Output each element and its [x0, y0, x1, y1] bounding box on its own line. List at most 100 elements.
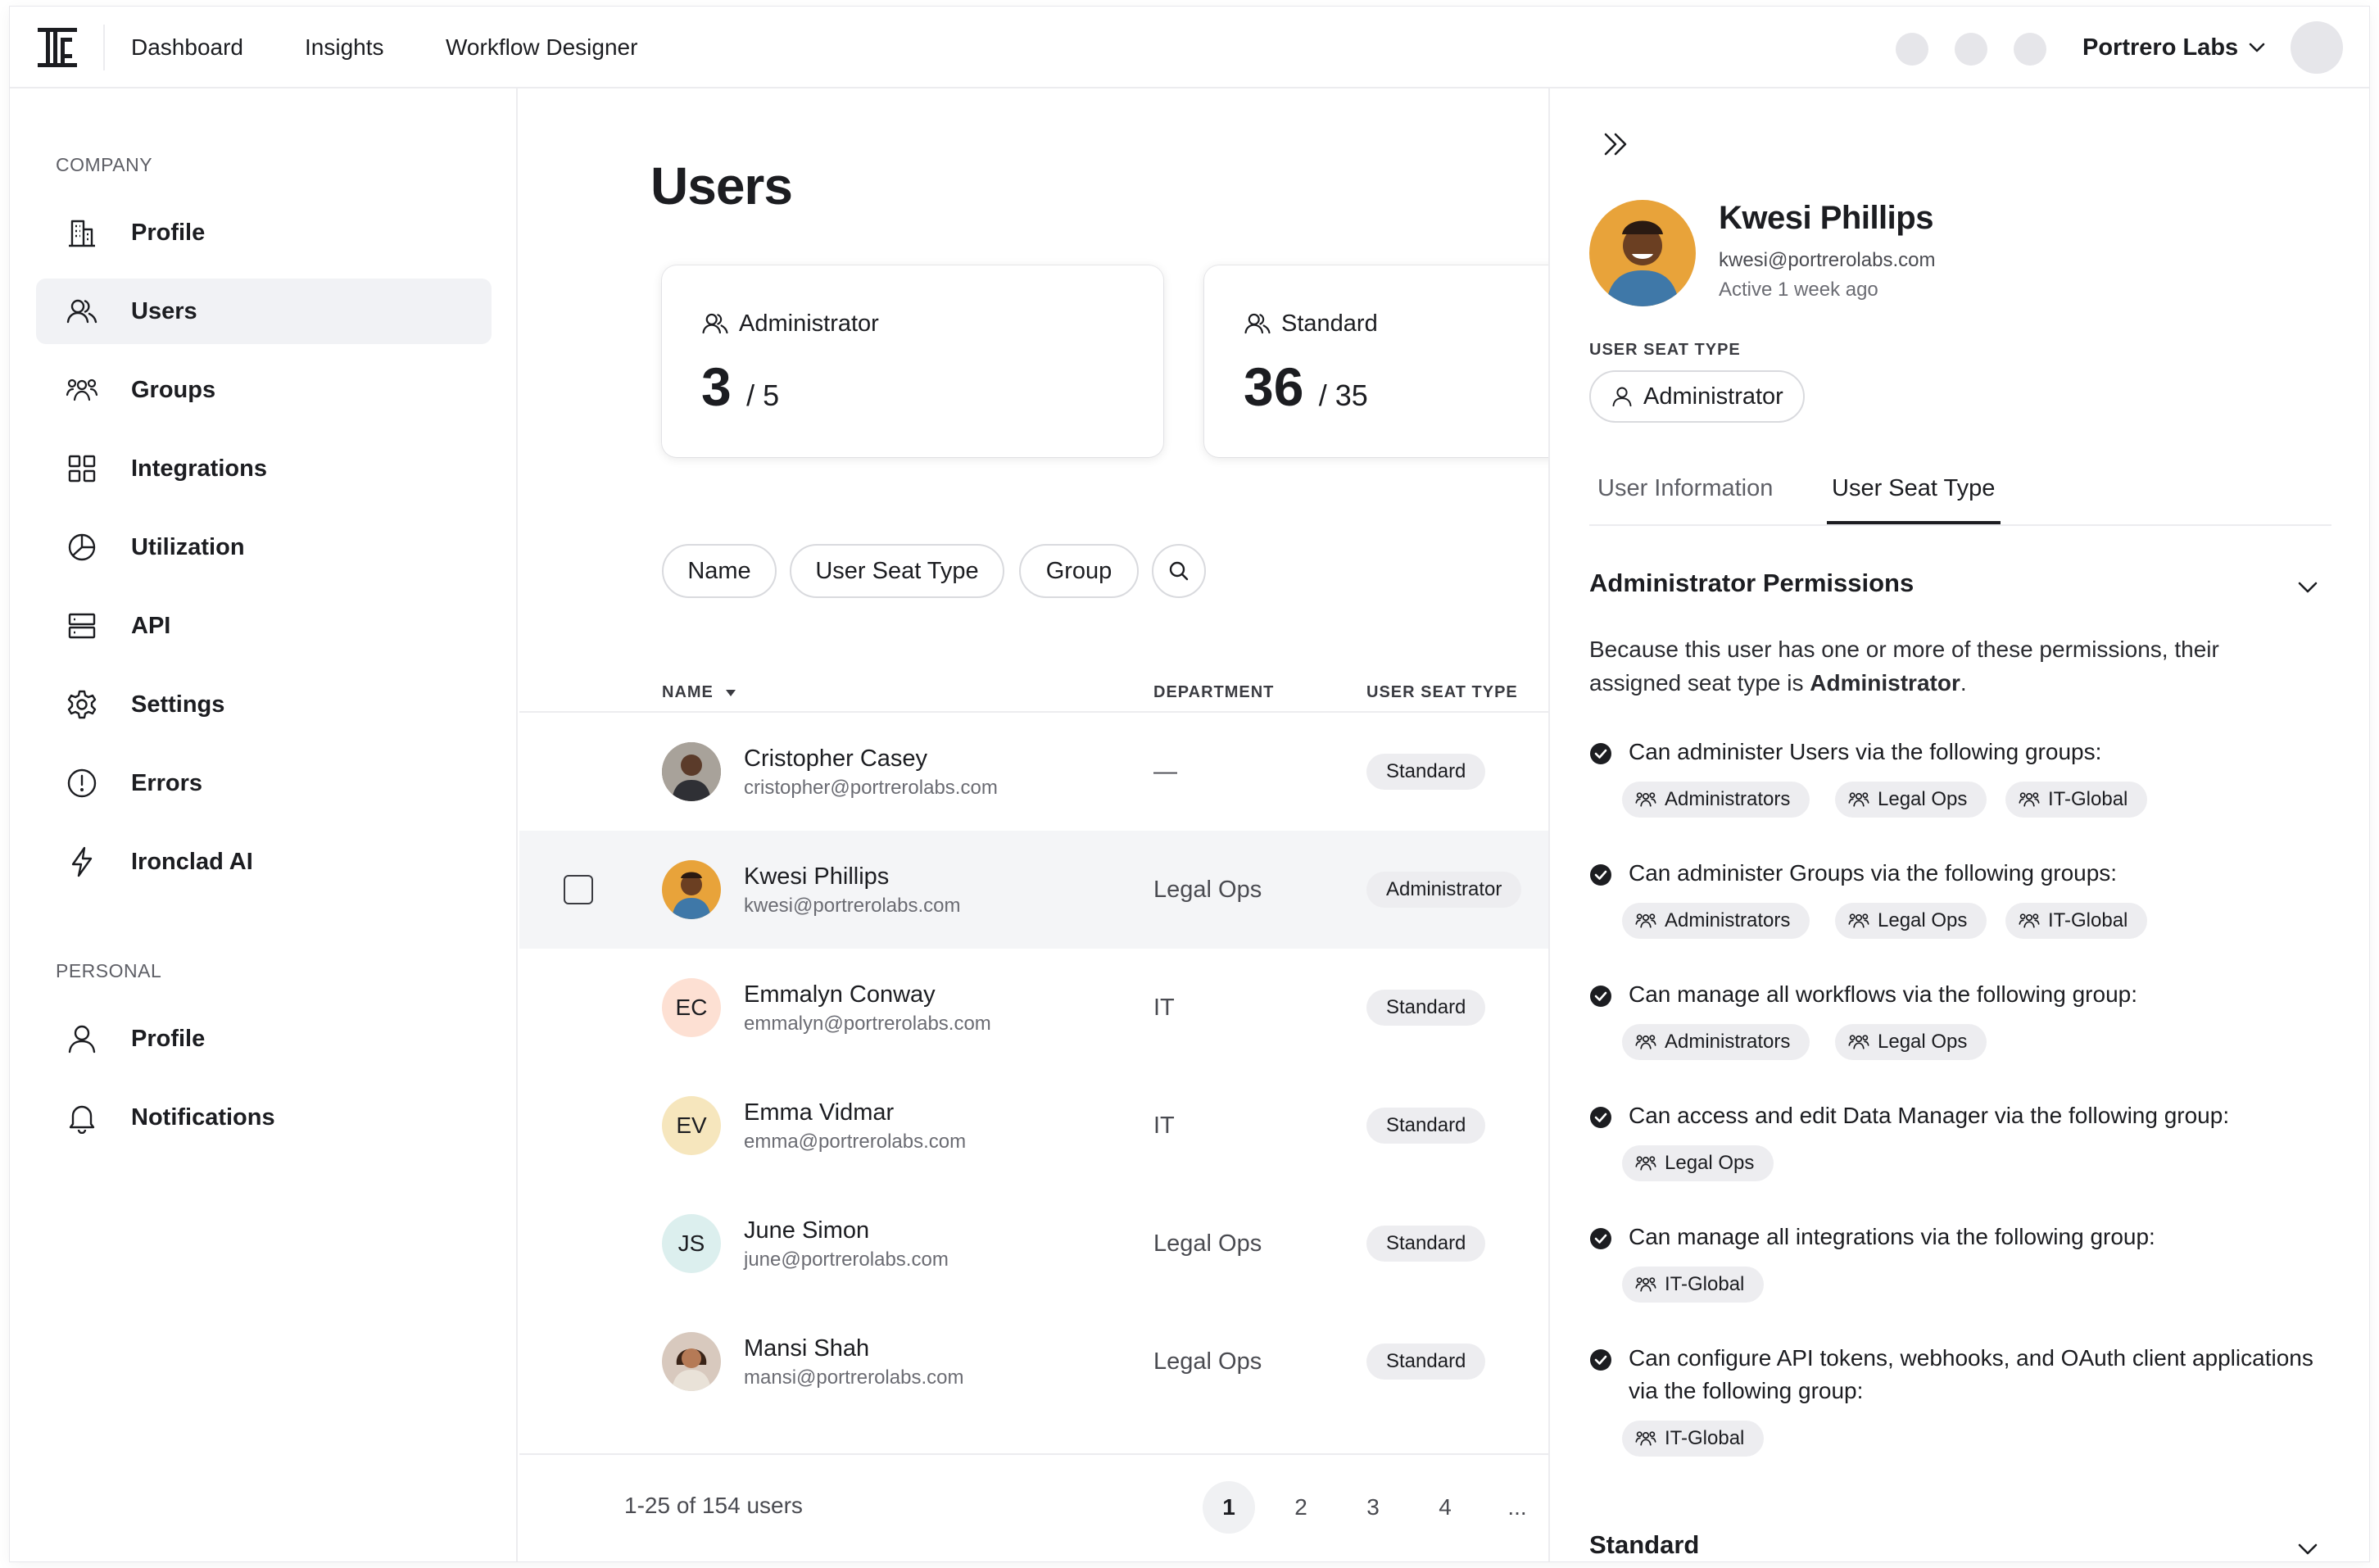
org-switcher[interactable]: Portrero Labs [2082, 7, 2268, 88]
pagination-divider [519, 1453, 1558, 1455]
group-tag-label: IT-Global [2048, 788, 2128, 810]
group-tag[interactable]: IT-Global [1622, 1421, 1765, 1457]
stat-total: / 5 [746, 378, 780, 412]
sidebar-item-personal-profile[interactable]: Profile [36, 1006, 492, 1072]
permission-text: Can administer Groups via the following … [1629, 860, 2118, 886]
sidebar-item-groups[interactable]: Groups [36, 357, 492, 423]
user-name: Kwesi Phillips [744, 863, 890, 890]
lightning-icon [71, 846, 93, 877]
sidebar-item-errors[interactable]: Errors [36, 750, 492, 816]
group-tag[interactable]: Legal Ops [1835, 1024, 1987, 1060]
stat-value: 36 / 35 [1244, 356, 1368, 418]
table-row[interactable]: Kwesi Phillips kwesi@portrerolabs.com Le… [519, 831, 1558, 949]
group-tag[interactable]: Administrators [1622, 903, 1810, 939]
tab-user-seat-type[interactable]: User Seat Type [1832, 475, 1995, 502]
filter-group-button[interactable]: Group [1019, 544, 1139, 598]
column-header-seat-type[interactable]: USER SEAT TYPE [1366, 683, 1518, 702]
group-tag-label: Administrators [1665, 909, 1791, 931]
group-tag[interactable]: IT-Global [1622, 1267, 1765, 1303]
sidebar-item-utilization[interactable]: Utilization [36, 514, 492, 580]
group-tag[interactable]: Administrators [1622, 1024, 1810, 1060]
check-circle-icon [1590, 986, 1611, 1007]
chevron-down-icon[interactable] [2295, 1537, 2320, 1561]
column-header-department[interactable]: DEPARTMENT [1153, 683, 1274, 702]
page-button-1[interactable]: 1 [1203, 1481, 1255, 1534]
page-button-2[interactable]: 2 [1275, 1481, 1327, 1534]
person-photo-icon [1589, 200, 1696, 306]
collapse-panel-icon[interactable] [1599, 128, 1632, 161]
user-department: IT [1153, 995, 1175, 1021]
groups-icon [1635, 1035, 1656, 1049]
nav-insights[interactable]: Insights [305, 7, 384, 88]
group-tag[interactable]: Administrators [1622, 782, 1810, 818]
table-row[interactable]: JS June Simon june@portrerolabs.com Lega… [519, 1185, 1558, 1303]
avatar: EV [662, 1096, 721, 1155]
filter-name-button[interactable]: Name [662, 544, 777, 598]
seat-type-badge: Standard [1366, 1344, 1486, 1380]
profile-avatar [1589, 200, 1696, 306]
nav-workflow-designer[interactable]: Workflow Designer [446, 7, 637, 88]
groups-icon [1635, 1156, 1656, 1171]
tab-user-information[interactable]: User Information [1597, 475, 1773, 502]
stat-total: / 35 [1318, 378, 1368, 412]
group-tag-label: Administrators [1665, 1031, 1791, 1053]
topbar-action-2[interactable] [1955, 33, 1987, 66]
permission-text: Can manage all workflows via the followi… [1629, 981, 2137, 1007]
check-circle-icon [1590, 1107, 1611, 1128]
pagination-summary: 1-25 of 154 users [624, 1493, 803, 1518]
bell-icon [69, 1105, 95, 1134]
group-tag[interactable]: IT-Global [2005, 903, 2148, 939]
sidebar-item-api[interactable]: API [36, 593, 492, 659]
avatar: EC [662, 978, 721, 1037]
sidebar-item-settings[interactable]: Settings [36, 672, 492, 737]
topbar-action-1[interactable] [1896, 33, 1928, 66]
sidebar-item-ironclad-ai[interactable]: Ironclad AI [36, 829, 492, 895]
seat-type-value: Administrator [1643, 383, 1783, 410]
topbar-action-3[interactable] [2014, 33, 2046, 66]
page-title: Users [650, 156, 793, 215]
person-photo-icon [662, 1332, 721, 1391]
page-button-4[interactable]: 4 [1419, 1481, 1471, 1534]
table-row[interactable]: EV Emma Vidmar emma@portrerolabs.com IT … [519, 1067, 1558, 1185]
group-tag[interactable]: Legal Ops [1835, 782, 1987, 818]
table-row[interactable]: Mansi Shah mansi@portrerolabs.com Legal … [519, 1303, 1558, 1421]
groups-icon [1635, 1431, 1656, 1446]
sidebar-item-users[interactable]: Users [36, 279, 492, 344]
seat-type-pill[interactable]: Administrator [1589, 370, 1805, 423]
filter-seat-type-button[interactable]: User Seat Type [790, 544, 1004, 598]
user-avatar[interactable] [2291, 21, 2343, 74]
check-circle-icon [1590, 864, 1611, 886]
seat-type-badge: Administrator [1366, 872, 1522, 908]
permission-text: Can manage all integrations via the foll… [1629, 1224, 2155, 1249]
logo-divider [103, 25, 105, 70]
table-row[interactable]: Cristopher Casey cristopher@portrerolabs… [519, 713, 1558, 831]
group-tag[interactable]: Legal Ops [1622, 1145, 1774, 1181]
user-name: Emma Vidmar [744, 1099, 895, 1126]
sidebar-item-label: Groups [131, 376, 216, 403]
group-tag[interactable]: IT-Global [2005, 782, 2148, 818]
person-photo-icon [662, 742, 721, 801]
profile-email: kwesi@portrerolabs.com [1719, 249, 1936, 271]
profile-name: Kwesi Phillips [1719, 200, 1933, 236]
page-button-3[interactable]: 3 [1347, 1481, 1399, 1534]
nav-dashboard[interactable]: Dashboard [131, 7, 243, 88]
column-header-name[interactable]: NAME [662, 683, 736, 702]
sidebar-item-notifications[interactable]: Notifications [36, 1085, 492, 1150]
search-button[interactable] [1152, 544, 1206, 598]
stat-card-standard: Standard 36 / 35 [1204, 265, 1558, 457]
sidebar-item-company-profile[interactable]: Profile [36, 200, 492, 265]
sort-down-icon [725, 689, 736, 696]
table-row[interactable]: EC Emmalyn Conway emmalyn@portrerolabs.c… [519, 949, 1558, 1067]
row-checkbox[interactable] [564, 875, 593, 904]
chevron-down-icon[interactable] [2295, 575, 2320, 600]
groups-icon [66, 378, 98, 401]
group-tag[interactable]: Legal Ops [1835, 903, 1987, 939]
sidebar-item-label: Ironclad AI [131, 848, 253, 875]
sidebar-item-integrations[interactable]: Integrations [36, 436, 492, 501]
permission-text: Can configure API tokens, webhooks, and … [1629, 1345, 2313, 1403]
seat-type-badge: Standard [1366, 1226, 1486, 1262]
search-icon [1169, 561, 1189, 581]
ironclad-logo-icon[interactable] [36, 26, 79, 69]
page-button-more[interactable]: ... [1491, 1481, 1543, 1534]
avatar: JS [662, 1214, 721, 1273]
